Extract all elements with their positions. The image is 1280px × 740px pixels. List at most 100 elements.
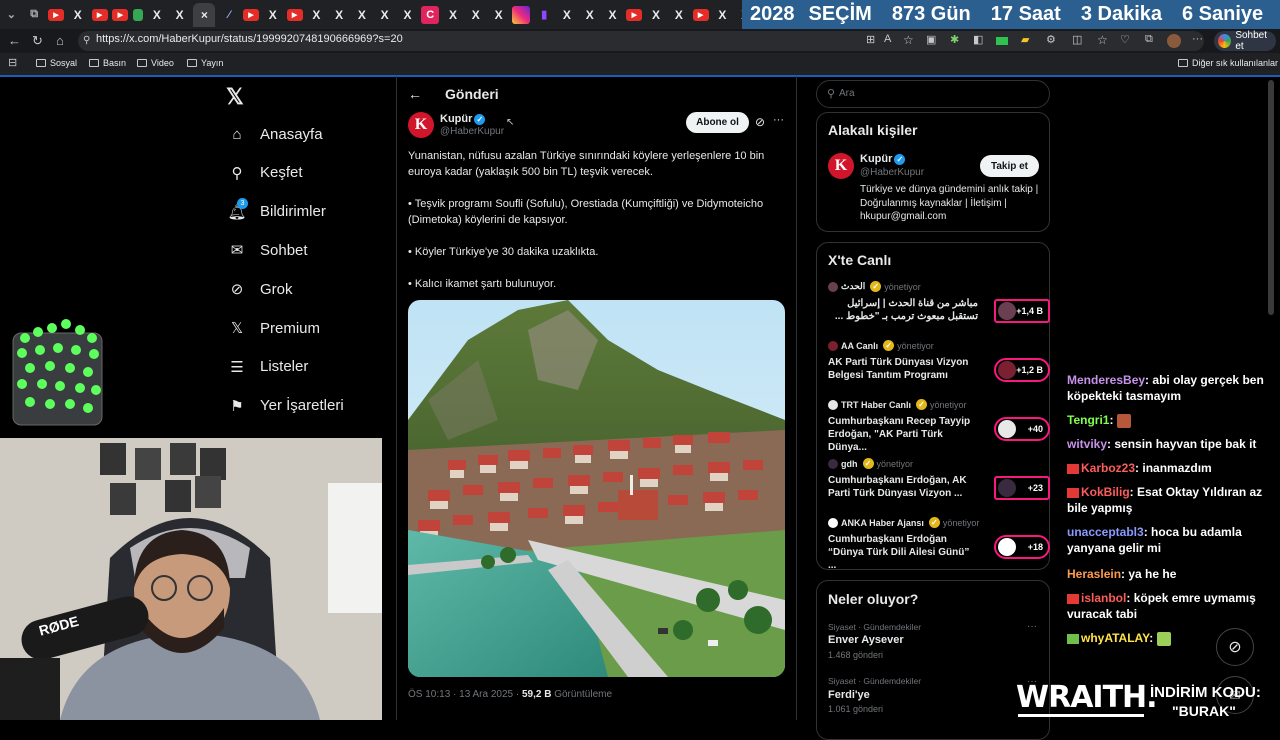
live-item[interactable]: ANKA Haber Ajansı ✓ yönetiyor Cumhurbaşkanı… <box>828 517 1050 572</box>
grok-fab-icon[interactable]: ⊘ <box>1216 628 1254 666</box>
x-tab-icon[interactable]: X <box>467 6 485 24</box>
live-item[interactable]: gdh ✓ yönetiyor Cumhurbaşkanı Erdoğan, AK P… <box>828 458 1050 513</box>
nav-item-5[interactable]: ⊘ Grok <box>228 274 293 304</box>
home-browser-icon[interactable]: ⌂ <box>56 33 64 48</box>
favorite-icon[interactable]: ☆ <box>903 33 914 47</box>
x-tab-icon[interactable]: X <box>581 6 599 24</box>
x-tab-icon[interactable]: X <box>558 6 576 24</box>
x-tab-icon[interactable]: X <box>444 6 462 24</box>
extension-icon-5[interactable]: ▰ <box>1021 33 1029 46</box>
chat-username[interactable]: unacceptabl3 <box>1067 525 1144 539</box>
post-image[interactable] <box>408 300 785 677</box>
live-listener-pill[interactable]: +23 <box>994 476 1050 500</box>
nav-item-6[interactable]: 𝕏 Premium <box>228 313 320 343</box>
workspaces-icon[interactable]: ⧉ <box>25 6 43 24</box>
bookmark-sosyal[interactable]: Sosyal <box>36 58 77 68</box>
chat-username[interactable]: Karboz23 <box>1081 461 1135 475</box>
live-item[interactable]: الحدث ✓ yönetiyor مباشر من قناة الحدث | إسر… <box>828 281 1050 336</box>
live-listener-pill[interactable]: +1,2 B <box>994 358 1050 382</box>
trend-name[interactable]: Enver Aysever <box>828 634 904 646</box>
nav-item-1[interactable]: ⌂ Anasayfa <box>228 119 322 149</box>
reload-icon[interactable]: ↻ <box>32 33 43 49</box>
author-handle[interactable]: @HaberKupur <box>440 126 504 137</box>
grid-icon[interactable]: ⊞ <box>866 33 875 46</box>
author-name-row[interactable]: Kupür ✓ <box>440 113 486 125</box>
post-time[interactable]: ÖS 10:13 · 13 Ara 2025 · <box>408 689 522 700</box>
youtube-tab-icon[interactable]: ▶ <box>692 8 709 21</box>
x-logo-icon[interactable]: 𝕏 <box>226 84 244 110</box>
extension-icon-4[interactable] <box>996 37 1008 45</box>
chat-username[interactable]: Heraslein <box>1067 567 1121 581</box>
subscribe-button[interactable]: Abone ol <box>686 112 749 133</box>
trend-name[interactable]: Ferdi'ye <box>828 689 870 701</box>
search-input[interactable]: ⚲ Ara <box>816 80 1050 108</box>
live-listener-pill[interactable]: +1,4 B <box>994 299 1050 323</box>
browser-essentials-icon[interactable]: ♡ <box>1120 33 1130 46</box>
x-tab-icon[interactable]: X <box>376 6 394 24</box>
split-screen-icon[interactable]: ◫ <box>1072 33 1082 46</box>
profile-avatar[interactable] <box>1167 34 1181 48</box>
extension-icon-3[interactable]: ◧ <box>973 33 983 46</box>
youtube-tab-icon[interactable]: ▶ <box>626 8 643 21</box>
live-listener-pill[interactable]: +18 <box>994 535 1050 559</box>
extension-icon-2[interactable]: ✱ <box>950 33 959 46</box>
other-bookmarks[interactable]: Diğer sık kullanılanlar <box>1178 58 1278 68</box>
related-name-row[interactable]: Kupür ✓ <box>860 153 906 165</box>
x-tab-icon[interactable]: X <box>490 6 508 24</box>
x-tab-icon[interactable]: X <box>307 6 325 24</box>
youtube-tab-icon[interactable]: ▶ <box>47 8 64 21</box>
site-tab-icon[interactable] <box>133 8 144 21</box>
chat-username[interactable]: KokBilig <box>1081 485 1130 499</box>
x-tab-icon[interactable]: X <box>330 6 348 24</box>
youtube-tab-icon[interactable]: ▶ <box>242 8 259 21</box>
site-info-icon[interactable]: ⚲ <box>83 35 90 46</box>
nav-item-2[interactable]: ⚲ Keşfet <box>228 158 303 188</box>
chat-username[interactable]: witviky <box>1067 437 1107 451</box>
grok-explain-icon[interactable]: ⊘ <box>755 115 765 129</box>
x-tab-icon[interactable]: X <box>264 6 282 24</box>
site-tab-icon[interactable] <box>512 5 531 24</box>
chat-username[interactable]: islanbol <box>1081 591 1126 605</box>
x-tab-icon[interactable]: X <box>148 6 166 24</box>
chat-username[interactable]: Tengri1 <box>1067 413 1109 427</box>
bookmark-video[interactable]: Video <box>137 58 174 68</box>
x-tab-icon[interactable]: X <box>713 6 731 24</box>
x-tab-icon[interactable]: X <box>603 6 621 24</box>
post-more-icon[interactable]: ··· <box>773 114 784 126</box>
youtube-tab-icon[interactable]: ▶ <box>112 8 129 21</box>
copilot-button[interactable]: Sohbet et <box>1214 30 1276 52</box>
extension-icon-1[interactable]: ▣ <box>926 33 936 46</box>
live-listener-pill[interactable]: +40 <box>994 417 1050 441</box>
live-item[interactable]: AA Canlı ✓ yönetiyor AK Parti Türk Dünyası … <box>828 340 1050 395</box>
url-text[interactable]: https://x.com/HaberKupur/status/19999207… <box>96 33 403 45</box>
collections-icon[interactable]: ⧉ <box>1145 33 1153 46</box>
back-arrow-icon[interactable]: ← <box>408 86 422 102</box>
bookmark-basin[interactable]: Basın <box>89 58 126 68</box>
related-avatar[interactable]: K <box>828 153 854 179</box>
author-avatar[interactable]: K <box>408 112 434 138</box>
more-menu-icon[interactable]: ··· <box>1192 33 1203 45</box>
x-tab-icon[interactable]: X <box>647 6 665 24</box>
extensions-icon[interactable]: ⚙ <box>1046 33 1056 46</box>
favorites-icon[interactable]: ☆ <box>1097 33 1108 47</box>
page-scrollbar[interactable] <box>1268 80 1274 315</box>
youtube-tab-icon[interactable]: ▶ <box>286 8 303 21</box>
x-tab-icon[interactable]: X <box>670 6 688 24</box>
chat-username[interactable]: MenderesBey <box>1067 373 1145 387</box>
chat-username[interactable]: whyATALAY <box>1081 631 1149 645</box>
live-item[interactable]: TRT Haber Canlı ✓ yönetiyor Cumhurbaşkanı R… <box>828 399 1050 454</box>
nav-item-4[interactable]: ✉ Sohbet <box>228 235 308 265</box>
bookmark-yayin[interactable]: Yayın <box>187 58 223 68</box>
x-tab-icon[interactable]: X <box>398 6 416 24</box>
close-tab-icon[interactable]: × <box>193 2 216 27</box>
bookmarks-menu-icon[interactable]: ⊟ <box>8 56 17 69</box>
tab-list-icon[interactable]: ⌄ <box>2 6 20 24</box>
x-tab-icon[interactable]: X <box>171 6 189 24</box>
related-handle[interactable]: @HaberKupur <box>860 167 924 178</box>
nav-item-8[interactable]: ⚑ Yer İşaretleri <box>228 391 343 421</box>
back-icon[interactable]: ← <box>8 33 21 48</box>
x-tab-icon[interactable]: X <box>353 6 371 24</box>
youtube-tab-icon[interactable]: ▶ <box>91 8 108 21</box>
nav-item-3[interactable]: 🔔︎ 3 Bildirimler <box>227 197 326 227</box>
site-tab-icon[interactable]: ▮ <box>535 6 553 24</box>
